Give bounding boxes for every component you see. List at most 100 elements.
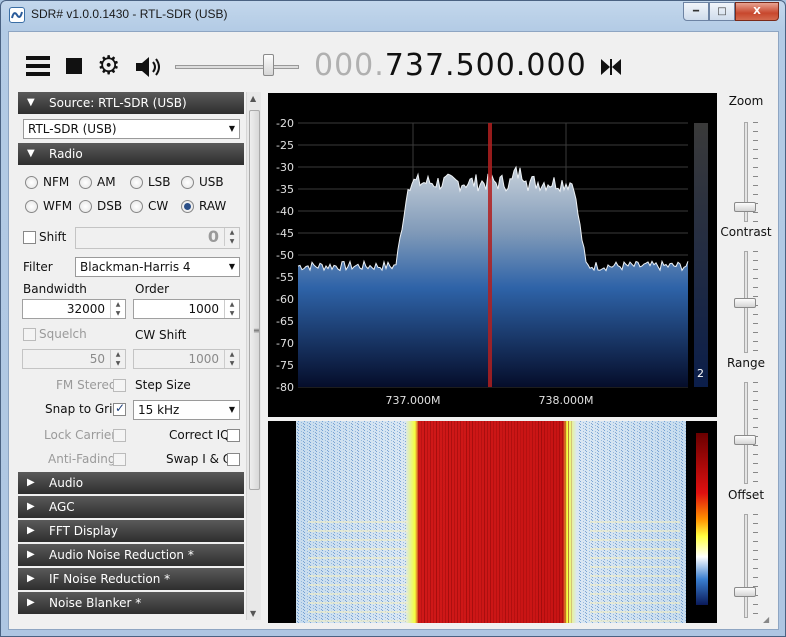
spectrum-y-axis: -20 -25 -30 -35 -40 -45 -50 -55 -60 -65 -70 -75 -80 bbox=[276, 117, 294, 394]
audio-noise-reduction-section-header[interactable]: ▶ Audio Noise Reduction * bbox=[18, 544, 244, 566]
agc-section-header[interactable]: ▶ AGC bbox=[18, 496, 244, 518]
title-bar[interactable]: SDR# v1.0.0.1430 - RTL-SDR (USB) ━ □ X bbox=[1, 1, 785, 29]
waterfall-stripe bbox=[590, 530, 680, 532]
mode-radio-usb[interactable]: USB bbox=[181, 175, 224, 189]
step-size-select[interactable]: 15 kHz ▼ bbox=[133, 400, 240, 420]
range-slider-knob[interactable] bbox=[734, 435, 756, 445]
range-slider-track[interactable] bbox=[744, 382, 748, 484]
offset-slider-track[interactable] bbox=[744, 514, 748, 618]
spectrum-analyzer[interactable]: 2 -20 -25 -30 -35 -40 -45 -50 -55 -60 -65 -70 -75 -8… bbox=[268, 93, 717, 417]
waterfall-stripe bbox=[424, 421, 425, 623]
step-size-label: Step Size bbox=[135, 378, 191, 392]
radio-button[interactable] bbox=[25, 175, 38, 189]
offset-slider-knob[interactable] bbox=[734, 587, 756, 597]
radio-button[interactable] bbox=[25, 199, 38, 213]
mode-radio-cw[interactable]: CW bbox=[130, 199, 168, 213]
spinner-arrows-icon[interactable]: ▲ ▼ bbox=[224, 300, 239, 318]
mode-radio-am[interactable]: AM bbox=[79, 175, 116, 189]
frequency-digits[interactable]: 737.500.000 bbox=[385, 48, 587, 83]
radio-button[interactable] bbox=[181, 175, 194, 189]
shift-checkbox[interactable] bbox=[23, 231, 36, 244]
cw-shift-input[interactable]: 1000 ▲ ▼ bbox=[133, 349, 240, 369]
scrollbar-thumb[interactable] bbox=[249, 110, 260, 490]
hamburger-menu-icon[interactable] bbox=[26, 56, 50, 76]
radio-button[interactable] bbox=[79, 199, 92, 213]
radio-button[interactable] bbox=[130, 199, 143, 213]
order-value: 1000 bbox=[188, 302, 219, 316]
mode-radio-dsb[interactable]: DSB bbox=[79, 199, 122, 213]
contrast-slider[interactable]: Contrast bbox=[720, 225, 772, 355]
spinner-arrows-icon[interactable]: ▲ ▼ bbox=[224, 350, 239, 368]
lock-carrier-checkbox[interactable] bbox=[113, 429, 126, 442]
zoom-slider[interactable]: Zoom bbox=[721, 94, 771, 224]
waterfall-plot[interactable] bbox=[268, 421, 717, 623]
waterfall-stripe bbox=[502, 421, 503, 623]
mode-label: CW bbox=[148, 199, 169, 213]
waterfall-stripe bbox=[451, 421, 452, 623]
waterfall-color-scale bbox=[696, 433, 708, 605]
control-panel-scrollbar[interactable]: ▲ ▼ bbox=[246, 92, 261, 620]
spinner-arrows-icon[interactable]: ▲ ▼ bbox=[110, 300, 125, 318]
squelch-input[interactable]: 50 ▲ ▼ bbox=[22, 349, 126, 369]
frequency-display[interactable]: 000.737.500.000 bbox=[314, 48, 587, 83]
noise-blanker-section-header[interactable]: ▶ Noise Blanker * bbox=[18, 592, 244, 614]
offset-slider[interactable]: Offset bbox=[721, 488, 771, 628]
center-tune-icon[interactable] bbox=[599, 56, 623, 78]
gear-icon[interactable]: ⚙ bbox=[97, 53, 120, 79]
fft-display-section-header[interactable]: ▶ FFT Display bbox=[18, 520, 244, 542]
waterfall-stripe bbox=[514, 421, 515, 623]
spinner-arrows-icon[interactable]: ▲ ▼ bbox=[110, 350, 125, 368]
audio-gain-slider-track[interactable] bbox=[175, 65, 299, 69]
order-input[interactable]: 1000 ▲ ▼ bbox=[133, 299, 240, 319]
correct-iq-checkbox[interactable] bbox=[227, 429, 240, 442]
squelch-checkbox[interactable] bbox=[23, 328, 36, 341]
radio-button-selected[interactable] bbox=[181, 199, 194, 213]
mode-radio-nfm[interactable]: NFM bbox=[25, 175, 69, 189]
if-noise-reduction-section-header[interactable]: ▶ IF Noise Reduction * bbox=[18, 568, 244, 590]
mode-radio-lsb[interactable]: LSB bbox=[130, 175, 171, 189]
mode-radio-raw[interactable]: RAW bbox=[181, 199, 226, 213]
mode-label: USB bbox=[199, 175, 224, 189]
source-section-header[interactable]: ▼ Source: RTL-SDR (USB) bbox=[18, 92, 244, 114]
bandwidth-input[interactable]: 32000 ▲ ▼ bbox=[22, 299, 126, 319]
radio-section-header[interactable]: ▼ Radio bbox=[18, 143, 244, 165]
expand-arrow-icon: ▶ bbox=[27, 597, 35, 608]
snap-to-grid-checkbox[interactable] bbox=[113, 401, 126, 416]
tuned-frequency-marker[interactable] bbox=[488, 123, 492, 387]
mode-label: LSB bbox=[148, 175, 171, 189]
toolbar: ⚙ 000.737.500.000 bbox=[9, 32, 780, 92]
scroll-up-icon[interactable]: ▲ bbox=[250, 94, 256, 103]
splitter-grip-icon[interactable]: ≡ bbox=[253, 326, 260, 336]
audio-gain-slider-thumb[interactable] bbox=[263, 54, 274, 76]
mode-radio-wfm[interactable]: WFM bbox=[25, 199, 72, 213]
zoom-slider-knob[interactable] bbox=[734, 202, 756, 212]
range-label: Range bbox=[726, 356, 766, 370]
close-button[interactable]: X bbox=[735, 2, 779, 21]
range-slider[interactable]: Range bbox=[721, 356, 771, 486]
shift-input[interactable]: 0 ▲ ▼ bbox=[75, 227, 240, 249]
minimize-button[interactable]: ━ bbox=[683, 2, 709, 21]
contrast-slider-knob[interactable] bbox=[734, 298, 756, 308]
spectrum-plot[interactable]: 2 -20 -25 -30 -35 -40 -45 -50 -55 -60 -65 -70 -75 -8… bbox=[268, 93, 717, 417]
speaker-icon[interactable] bbox=[133, 53, 163, 81]
waterfall-display[interactable] bbox=[268, 421, 717, 623]
anti-fading-checkbox[interactable] bbox=[113, 453, 126, 466]
filter-select[interactable]: Blackman-Harris 4 ▼ bbox=[75, 257, 240, 277]
radio-button[interactable] bbox=[79, 175, 92, 189]
stop-icon[interactable] bbox=[66, 58, 82, 74]
radio-button[interactable] bbox=[130, 175, 143, 189]
waterfall-stripe bbox=[463, 421, 464, 623]
swap-iq-checkbox[interactable] bbox=[227, 453, 240, 466]
resize-grip-icon[interactable]: ◢ bbox=[763, 615, 775, 627]
audio-section-header[interactable]: ▶ Audio bbox=[18, 472, 244, 494]
window-title: SDR# v1.0.0.1430 - RTL-SDR (USB) bbox=[31, 7, 228, 21]
waterfall-stripe bbox=[538, 421, 539, 623]
source-device-select[interactable]: RTL-SDR (USB) ▼ bbox=[23, 119, 240, 139]
section-title: IF Noise Reduction * bbox=[49, 572, 171, 586]
scroll-down-icon[interactable]: ▼ bbox=[250, 609, 256, 618]
frequency-leading-digits[interactable]: 000. bbox=[314, 48, 385, 83]
fm-stereo-checkbox[interactable] bbox=[113, 379, 126, 392]
maximize-button[interactable]: □ bbox=[709, 2, 735, 21]
spinner-arrows-icon[interactable]: ▲ ▼ bbox=[224, 228, 239, 246]
mode-label: RAW bbox=[199, 199, 227, 213]
